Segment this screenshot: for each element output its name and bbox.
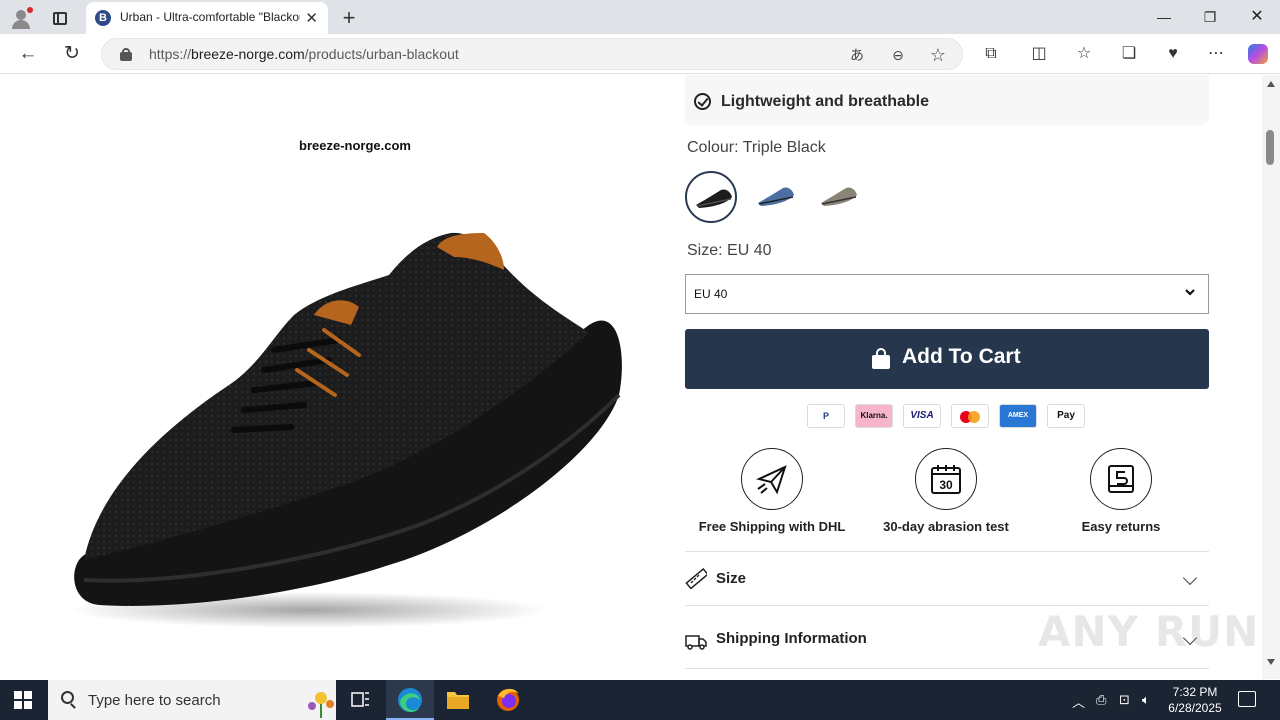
translate-icon[interactable]: あ [846, 44, 868, 66]
close-icon[interactable]: ✕ [305, 9, 318, 27]
tab-actions-icon[interactable] [47, 5, 73, 31]
clock-time: 7:32 PM [1172, 685, 1218, 699]
accordion-shipping-label: Shipping Information [716, 630, 867, 647]
perk-label-abrasion: 30-day abrasion test [883, 519, 1009, 534]
notification-icon[interactable] [1238, 691, 1256, 707]
tab-bar: B Urban - Ultra-comfortable "Blackout" ✕… [0, 0, 1280, 34]
check-circle-icon [694, 93, 711, 110]
firefox-icon[interactable] [484, 680, 532, 720]
calendar-30-icon: 30 [915, 448, 977, 510]
file-explorer-icon[interactable] [434, 680, 482, 720]
copilot-icon[interactable] [1245, 42, 1271, 66]
perk-label-shipping: Free Shipping with DHL [698, 519, 846, 534]
search-icon [61, 691, 74, 704]
feature-text: Lightweight and breathable [721, 93, 930, 110]
minimize-icon[interactable]: — [1144, 5, 1184, 29]
star-icon[interactable]: ☆ [927, 44, 949, 66]
add-to-cart-button[interactable]: Add To Cart [685, 329, 1209, 389]
back-icon[interactable]: ← [14, 41, 42, 67]
flowers-icon [308, 692, 334, 718]
paypal-icon: P [807, 404, 845, 428]
extensions-icon[interactable]: ⧉ [978, 42, 1004, 66]
profile-icon[interactable] [8, 5, 34, 31]
page-scrollbar[interactable] [1262, 75, 1280, 679]
task-view-icon[interactable] [336, 680, 384, 720]
window-close-icon[interactable]: ✕ [1237, 5, 1277, 29]
volume-icon[interactable]: 🔈︎ [1142, 692, 1150, 708]
amex-icon: AMEX [999, 404, 1037, 428]
url-field[interactable]: https://breeze-norge.com/products/urban-… [101, 38, 963, 70]
accordion-size[interactable]: Size [685, 551, 1209, 605]
swatch-triple-black[interactable] [685, 171, 737, 223]
chevron-up-icon[interactable]: ︿ [1072, 692, 1085, 711]
url-text[interactable]: https://breeze-norge.com/products/urban-… [149, 46, 459, 62]
paper-plane-icon [741, 448, 803, 510]
svg-text:30: 30 [939, 478, 953, 492]
mastercard-icon [951, 404, 989, 428]
perk-label-returns: Easy returns [1081, 519, 1161, 534]
meet-now-icon[interactable]: ⎙ [1096, 692, 1106, 708]
size-label: Size: EU 40 [687, 242, 772, 259]
swatch-grey[interactable] [812, 171, 864, 223]
scrollbar-thumb[interactable] [1266, 130, 1274, 165]
return-box-icon [1090, 448, 1152, 510]
page-viewport: breeze-norge.com Lightweight and breatha… [4, 75, 1262, 679]
clock-date: 6/28/2025 [1168, 701, 1222, 715]
image-watermark-text: breeze-norge.com [299, 138, 411, 153]
add-to-cart-label: Add To Cart [902, 345, 1021, 368]
chevron-down-icon [1182, 570, 1198, 586]
reload-icon[interactable]: ↻ [58, 41, 86, 67]
performance-icon[interactable]: ♥ [1160, 42, 1186, 66]
system-clock[interactable]: 7:32 PM 6/28/2025 [1160, 684, 1230, 716]
network-icon[interactable]: ⊡ [1119, 692, 1130, 708]
tab-favicon: B [95, 10, 111, 26]
swatch-blue[interactable] [749, 171, 801, 223]
shopping-bag-icon [872, 348, 890, 369]
anyrun-watermark: ANY RUN [1038, 607, 1260, 656]
browser-tab[interactable]: B Urban - Ultra-comfortable "Blackout" ✕ [86, 2, 328, 34]
size-select-value: EU 40 [694, 287, 728, 301]
taskbar: Type here to search ︿ ⎙ ⊡ 🔈︎ 7:32 PM 6/2… [0, 680, 1280, 720]
windows-start-icon[interactable] [14, 691, 32, 709]
plus-icon[interactable]: + [336, 5, 362, 31]
scroll-up-icon[interactable] [1267, 81, 1275, 87]
chevron-down-icon [1185, 289, 1195, 296]
colour-label: Colour: Triple Black [687, 139, 826, 156]
edge-icon[interactable] [386, 680, 434, 720]
scroll-down-icon[interactable] [1267, 659, 1275, 665]
restore-icon[interactable]: ❐ [1190, 5, 1230, 29]
tab-title: Urban - Ultra-comfortable "Blackout" [120, 10, 300, 24]
truck-icon [685, 635, 707, 650]
visa-icon: VISA [903, 404, 941, 428]
product-image[interactable] [59, 155, 639, 635]
ruler-icon [685, 568, 707, 590]
accordion-size-label: Size [716, 570, 747, 587]
favorites-icon[interactable]: ☆ [1071, 42, 1097, 66]
collections-icon[interactable]: ❏ [1116, 42, 1142, 66]
more-icon[interactable]: ⋯ [1203, 42, 1229, 66]
taskbar-search[interactable]: Type here to search [48, 680, 336, 720]
klarna-icon: Klarna. [855, 404, 893, 428]
lock-icon[interactable] [120, 48, 132, 61]
taskbar-search-placeholder: Type here to search [88, 692, 221, 709]
address-bar: ← ↻ https://breeze-norge.com/products/ur… [0, 34, 1280, 74]
apple-pay-icon: Pay [1047, 404, 1085, 428]
reader-icon[interactable]: ⊖ [887, 44, 909, 66]
size-select[interactable]: EU 40 [685, 274, 1209, 314]
split-icon[interactable]: ◫ [1026, 42, 1052, 66]
